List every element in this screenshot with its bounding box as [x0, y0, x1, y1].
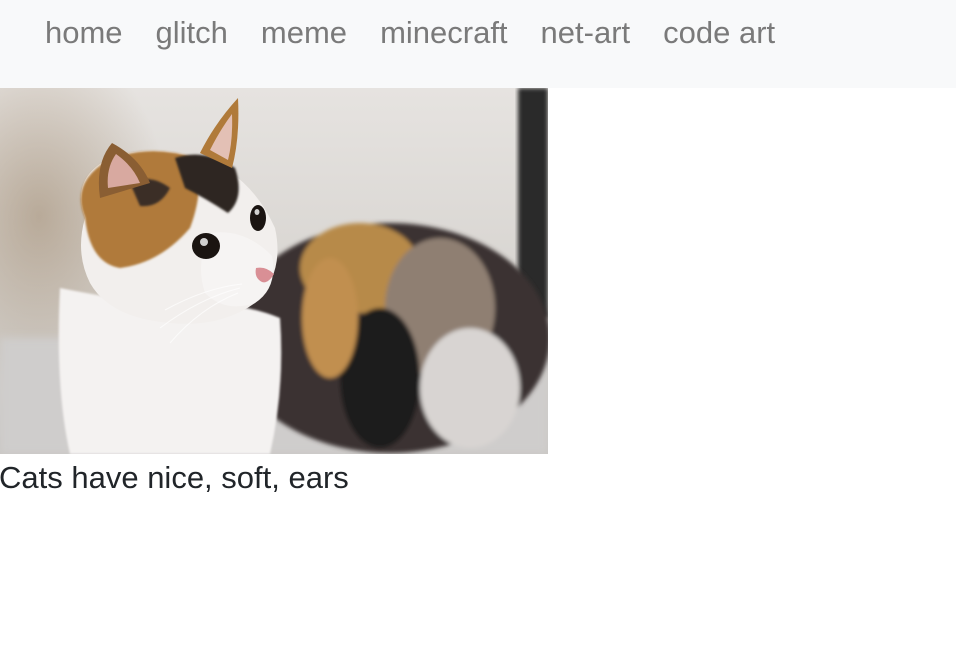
nav-link-glitch[interactable]: glitch	[156, 14, 228, 52]
nav-link-meme[interactable]: meme	[261, 14, 347, 52]
nav-link-minecraft[interactable]: minecraft	[380, 14, 507, 52]
calico-cat-icon	[0, 88, 548, 454]
nav-item-minecraft: minecraft	[380, 14, 540, 52]
nav-item-glitch: glitch	[156, 14, 261, 52]
top-navbar: home glitch meme minecraft net-art code …	[0, 0, 956, 88]
nav-link-home[interactable]: home	[45, 14, 123, 52]
nav-item-meme: meme	[261, 14, 380, 52]
cat-photo	[0, 88, 548, 454]
nav-link-net-art[interactable]: net-art	[541, 14, 631, 52]
nav-item-home: home	[45, 14, 156, 52]
image-caption: Cats have nice, soft, ears	[0, 460, 349, 495]
nav-item-net-art: net-art	[541, 14, 664, 52]
nav-list: home glitch meme minecraft net-art code …	[45, 14, 808, 52]
nav-item-code-art: code art	[663, 14, 808, 52]
nav-link-code-art[interactable]: code art	[663, 14, 775, 52]
